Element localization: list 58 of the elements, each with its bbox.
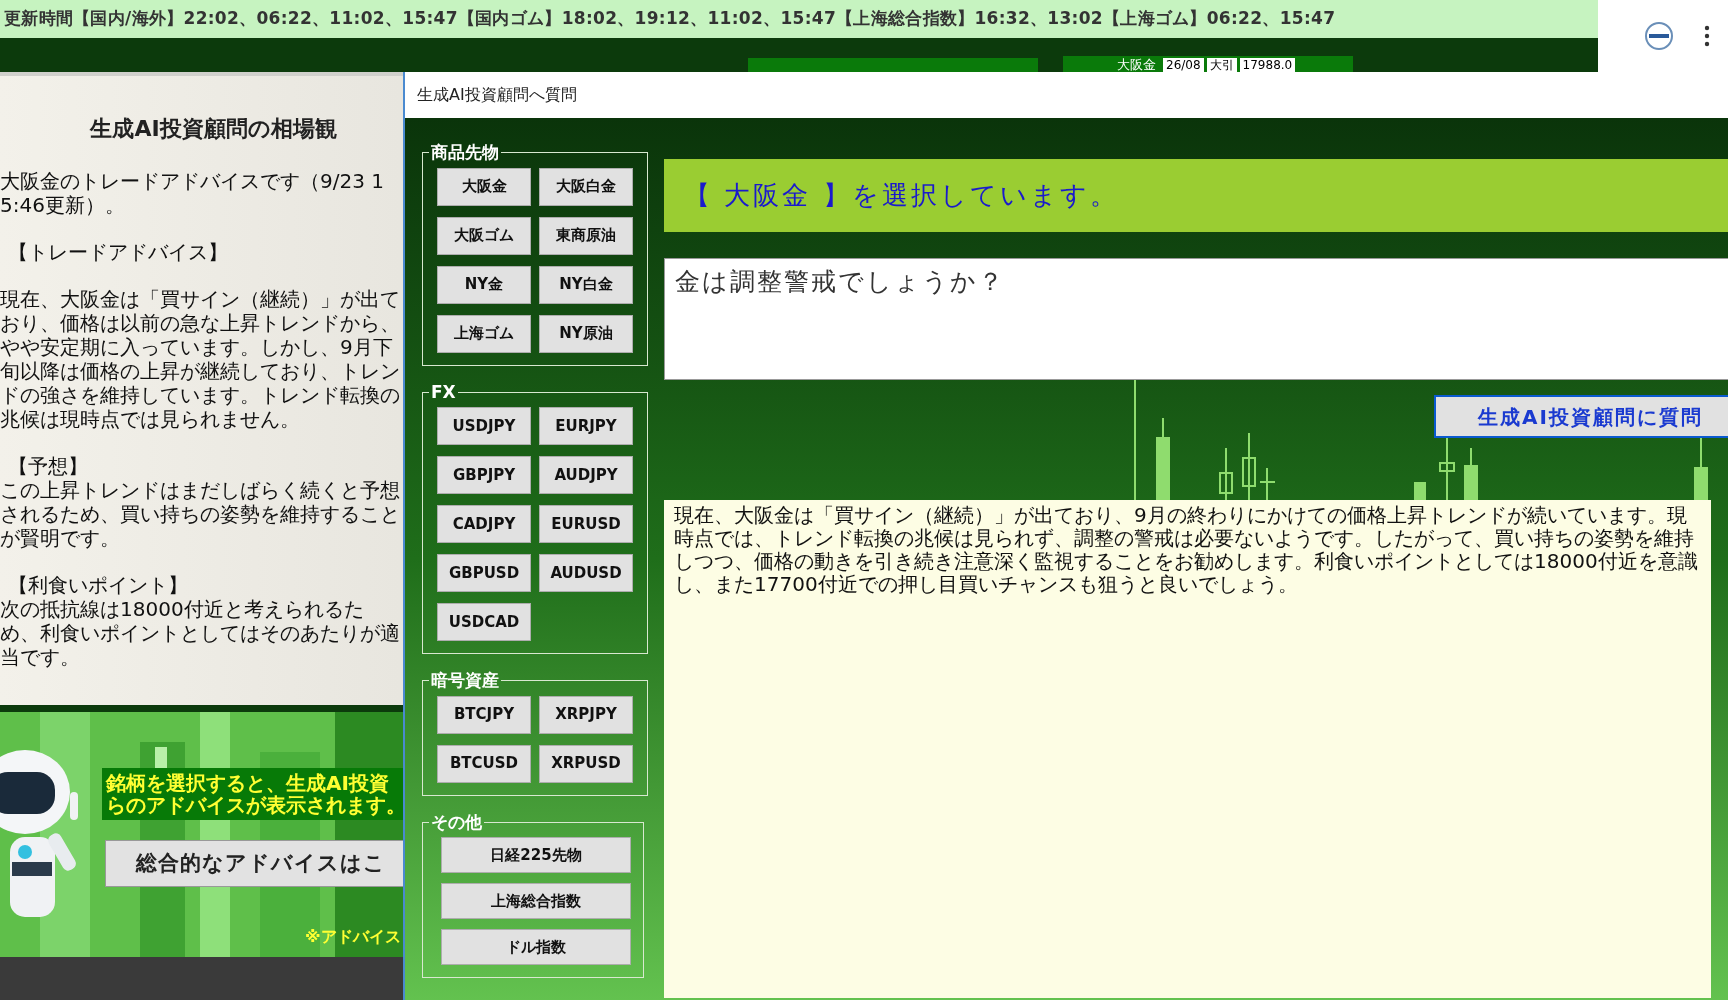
answer-text: 現在、大阪金は「買サイン（継続）」が出ており、9月の終わりにかけての価格上昇トレンドが続いています。現時点では、トレンド転換の兆候は見られず、調整の警戒は必要ないようです。したがって、買い持ちの姿勢を維持しつつ、価格の動きを引き続き注意深く監視することをお勧めします。利食いポイントとしては18000付近を意識し、また17700付近での押し目買いチャンスも狙うと良いでしょう。 <box>674 504 1699 596</box>
instrument-button[interactable]: NY白金 <box>539 265 633 304</box>
selection-text: 【 大阪金 】を選択しています。 <box>684 179 1119 212</box>
candle <box>1464 447 1478 502</box>
instrument-button[interactable]: 東商原油 <box>539 216 633 255</box>
instrument-button[interactable]: 上海総合指数 <box>441 883 631 919</box>
instrument-label: 大阪金 <box>1116 58 1157 72</box>
candle <box>1219 447 1233 502</box>
instrument-button[interactable]: 大阪ゴム <box>437 216 531 255</box>
instrument-button[interactable]: XRPUSD <box>539 744 633 783</box>
instrument-button[interactable]: GBPUSD <box>437 554 531 592</box>
instrument-button[interactable]: CADJPY <box>437 505 531 543</box>
advice-paragraph: 次の抵抗線は18000付近と考えられるため、利食いポイントとしてはそのあたりが適当です。 <box>0 597 400 669</box>
price-cell: 26/08 <box>1163 58 1204 72</box>
banner-text: らのアドバイスが表示されます。 <box>106 794 403 816</box>
group-label: その他 <box>430 810 483 834</box>
disclaimer-note: ※アドバイス <box>305 926 401 948</box>
group-label: FX <box>430 380 457 404</box>
instrument-button[interactable]: NY原油 <box>539 314 633 353</box>
instrument-button[interactable]: NY金 <box>437 265 531 304</box>
more-menu-icon[interactable] <box>1704 25 1710 47</box>
instrument-button[interactable]: AUDUSD <box>539 554 633 592</box>
group-label: 暗号資産 <box>430 669 500 692</box>
instrument-button[interactable]: 大阪金 <box>437 167 531 206</box>
section-heading: 【利食いポイント】 <box>7 573 189 597</box>
instrument-button[interactable]: USDJPY <box>437 407 531 445</box>
price-cell: 大引 <box>1206 58 1237 72</box>
instrument-button[interactable]: XRPJPY <box>539 695 633 734</box>
dialog-title: 生成AI投資顧問へ質問 <box>417 84 577 106</box>
instrument-button[interactable]: EURJPY <box>539 407 633 445</box>
overall-advice-button[interactable]: 総合的なアドバイスはこ <box>105 840 403 887</box>
panel-title: 生成AI投資顧問の相場観 <box>88 115 338 143</box>
advice-paragraph: 現在、大阪金は「買サイン（継続）」が出ており、価格は以前の急な上昇トレンドから、やや安定期に入っています。しかし、9月下旬以降は価格の上昇が継続しており、トレンドの強さを維持しています。トレンド転換の兆候は現時点では見られません。 <box>0 287 400 431</box>
instrument-button[interactable]: AUDJPY <box>539 456 633 494</box>
instrument-button[interactable]: EURUSD <box>539 505 633 543</box>
question-field[interactable]: 金は調整警戒でしょうか？ <box>664 258 1728 380</box>
instrument-button[interactable]: 上海ゴム <box>437 314 531 353</box>
section-heading: 【トレードアドバイス】 <box>7 240 229 264</box>
instrument-button[interactable]: 大阪白金 <box>539 167 633 206</box>
instrument-button[interactable]: BTCJPY <box>437 695 531 734</box>
price-cell: 17988.0 <box>1239 58 1296 72</box>
advice-paragraph: この上昇トレンドはまだしばらく続くと予想されるため、買い持ちの姿勢を維持することが賢明です。 <box>0 478 400 550</box>
section-heading: 【予想】 <box>7 454 89 478</box>
update-times-text: 更新時間【国内/海外】22:02、06:22、11:02、15:47【国内ゴム】18:02、19:12、11:02、15:47【上海総合指数】16:32、13:02【上海ゴム】06:22、15:47 <box>4 7 1336 31</box>
candle <box>1439 437 1455 502</box>
ask-button[interactable]: 生成AI投資顧問に質問 <box>1434 395 1728 438</box>
instrument-button[interactable]: BTCUSD <box>437 744 531 783</box>
instrument-button[interactable]: 日経225先物 <box>441 837 631 873</box>
instrument-button[interactable]: GBPJPY <box>437 456 531 494</box>
logo-icon[interactable] <box>1644 21 1674 51</box>
candle <box>1259 467 1276 502</box>
candle <box>1414 482 1426 502</box>
instrument-button[interactable]: ドル指数 <box>441 929 631 965</box>
instrument-button[interactable]: USDCAD <box>437 603 531 641</box>
banner-text: 銘柄を選択すると、生成AI投資 <box>106 772 390 794</box>
candle <box>1242 432 1256 502</box>
group-label: 商品先物 <box>430 141 500 164</box>
advice-paragraph: 大阪金のトレードアドバイスです（9/23 15:46更新）。 <box>0 169 385 217</box>
